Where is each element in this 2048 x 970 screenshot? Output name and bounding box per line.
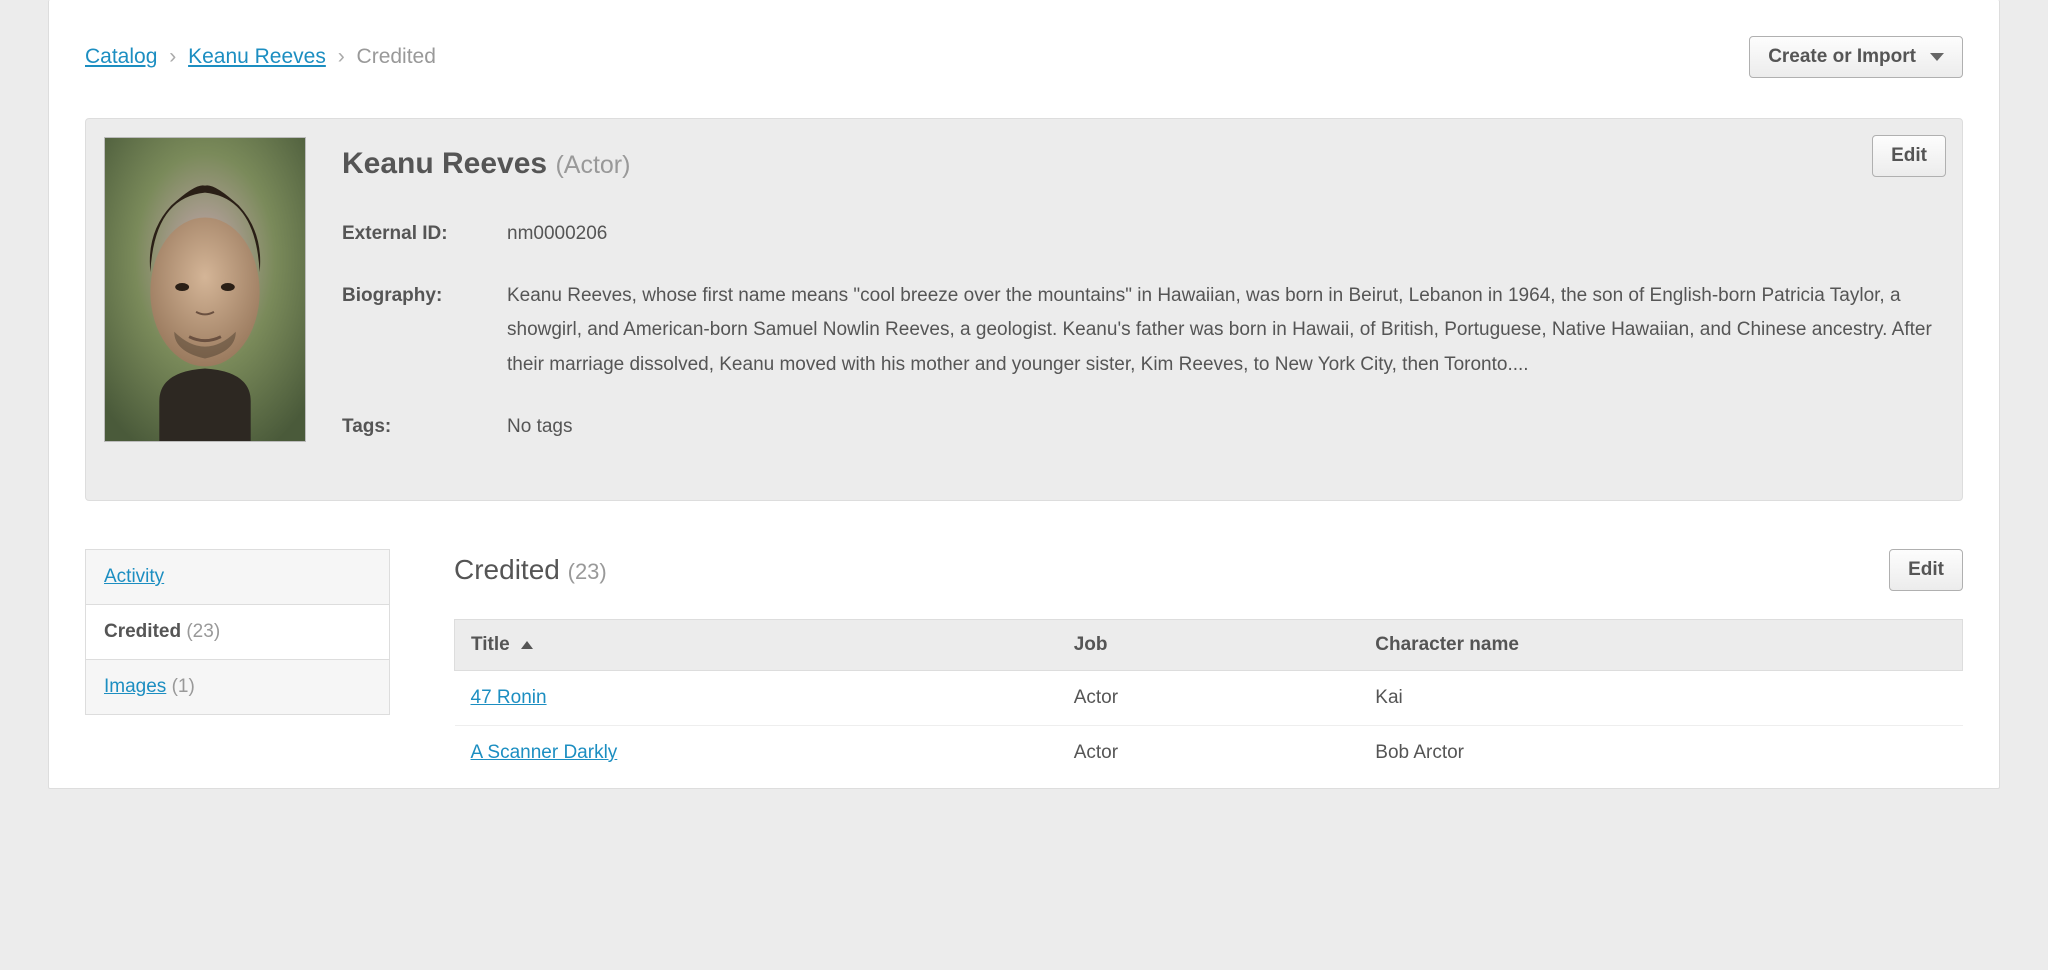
table-header-row: Title Job Character name [455,619,1963,670]
person-name: Keanu Reeves [342,147,547,180]
tab-activity[interactable]: Activity [85,549,390,605]
col-title-label: Title [471,634,510,655]
field-label: External ID: [342,217,507,251]
field-value: No tags [507,410,1944,444]
col-job[interactable]: Job [1058,619,1360,670]
breadcrumb: Catalog › Keanu Reeves › Credited [85,45,436,69]
credited-title: Credited (23) [454,554,607,586]
app-container: Catalog › Keanu Reeves › Credited Create… [48,0,2000,789]
person-portrait [104,137,306,442]
field-label: Biography: [342,279,507,382]
col-character[interactable]: Character name [1359,619,1962,670]
lower-section: Activity Credited (23) Images (1) Credit… [85,549,1963,780]
field-value: nm0000206 [507,217,1944,251]
credited-header: Credited (23) Edit [454,549,1963,591]
person-title: Keanu Reeves (Actor) [342,147,1944,181]
breadcrumb-sep: › [338,45,345,68]
col-title[interactable]: Title [455,619,1058,670]
credited-count: (23) [568,559,607,584]
field-biography: Biography: Keanu Reeves, whose first nam… [342,279,1944,382]
cell-character: Kai [1359,670,1962,725]
tab-activity-link[interactable]: Activity [104,566,164,587]
breadcrumb-sep: › [169,45,176,68]
table-row: 47 Ronin Actor Kai [455,670,1963,725]
chevron-down-icon [1930,53,1944,61]
tab-images-link[interactable]: Images [104,676,166,697]
main-column: Credited (23) Edit Title Job Character n… [454,549,1963,780]
sort-asc-icon [521,641,533,649]
table-row: A Scanner Darkly Actor Bob Arctor [455,725,1963,780]
person-info-card: Keanu Reeves (Actor) External ID: nm0000… [85,118,1963,501]
field-tags: Tags: No tags [342,410,1944,444]
breadcrumb-current: Credited [357,45,436,68]
tab-images-count: (1) [172,676,195,697]
tab-credited-label: Credited [104,621,181,642]
person-info-body: Keanu Reeves (Actor) External ID: nm0000… [342,137,1944,472]
edit-person-button[interactable]: Edit [1872,135,1946,177]
credited-title-text: Credited [454,554,560,585]
breadcrumb-person[interactable]: Keanu Reeves [188,45,326,68]
create-or-import-button[interactable]: Create or Import [1749,36,1963,78]
side-tabs: Activity Credited (23) Images (1) [85,549,390,780]
tab-credited[interactable]: Credited (23) [85,605,390,660]
movie-link[interactable]: 47 Ronin [471,687,547,708]
top-row: Catalog › Keanu Reeves › Credited Create… [85,36,1963,78]
breadcrumb-catalog[interactable]: Catalog [85,45,157,68]
create-or-import-label: Create or Import [1768,46,1916,68]
cell-job: Actor [1058,670,1360,725]
cell-job: Actor [1058,725,1360,780]
person-role: (Actor) [555,151,630,179]
movie-link[interactable]: A Scanner Darkly [471,742,618,763]
edit-credited-button[interactable]: Edit [1889,549,1963,591]
field-label: Tags: [342,410,507,444]
field-external-id: External ID: nm0000206 [342,217,1944,251]
field-value: Keanu Reeves, whose first name means "co… [507,279,1944,382]
tab-images[interactable]: Images (1) [85,660,390,715]
credited-table: Title Job Character name 47 Ronin Actor … [454,619,1963,780]
cell-character: Bob Arctor [1359,725,1962,780]
tab-credited-count: (23) [186,621,220,642]
